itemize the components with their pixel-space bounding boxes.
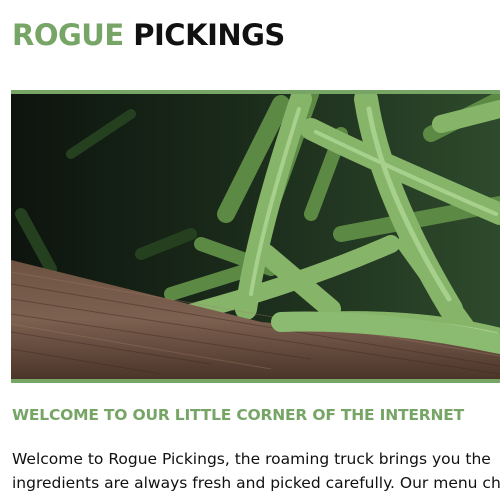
site-logo[interactable]: ROGUE PICKINGS	[12, 15, 285, 55]
intro-paragraph: Welcome to Rogue Pickings, the roaming t…	[12, 447, 500, 495]
intro-line-1: Welcome to Rogue Pickings, the roaming t…	[12, 450, 491, 468]
welcome-heading: WELCOME TO OUR LITTLE CORNER OF THE INTE…	[12, 406, 465, 424]
hero-image	[11, 90, 500, 383]
logo-word-pickings: PICKINGS	[133, 18, 285, 52]
logo-word-rogue: ROGUE	[12, 18, 124, 52]
intro-line-2: ingredients are always fresh and picked …	[12, 474, 500, 492]
green-beans-photo	[11, 94, 500, 379]
